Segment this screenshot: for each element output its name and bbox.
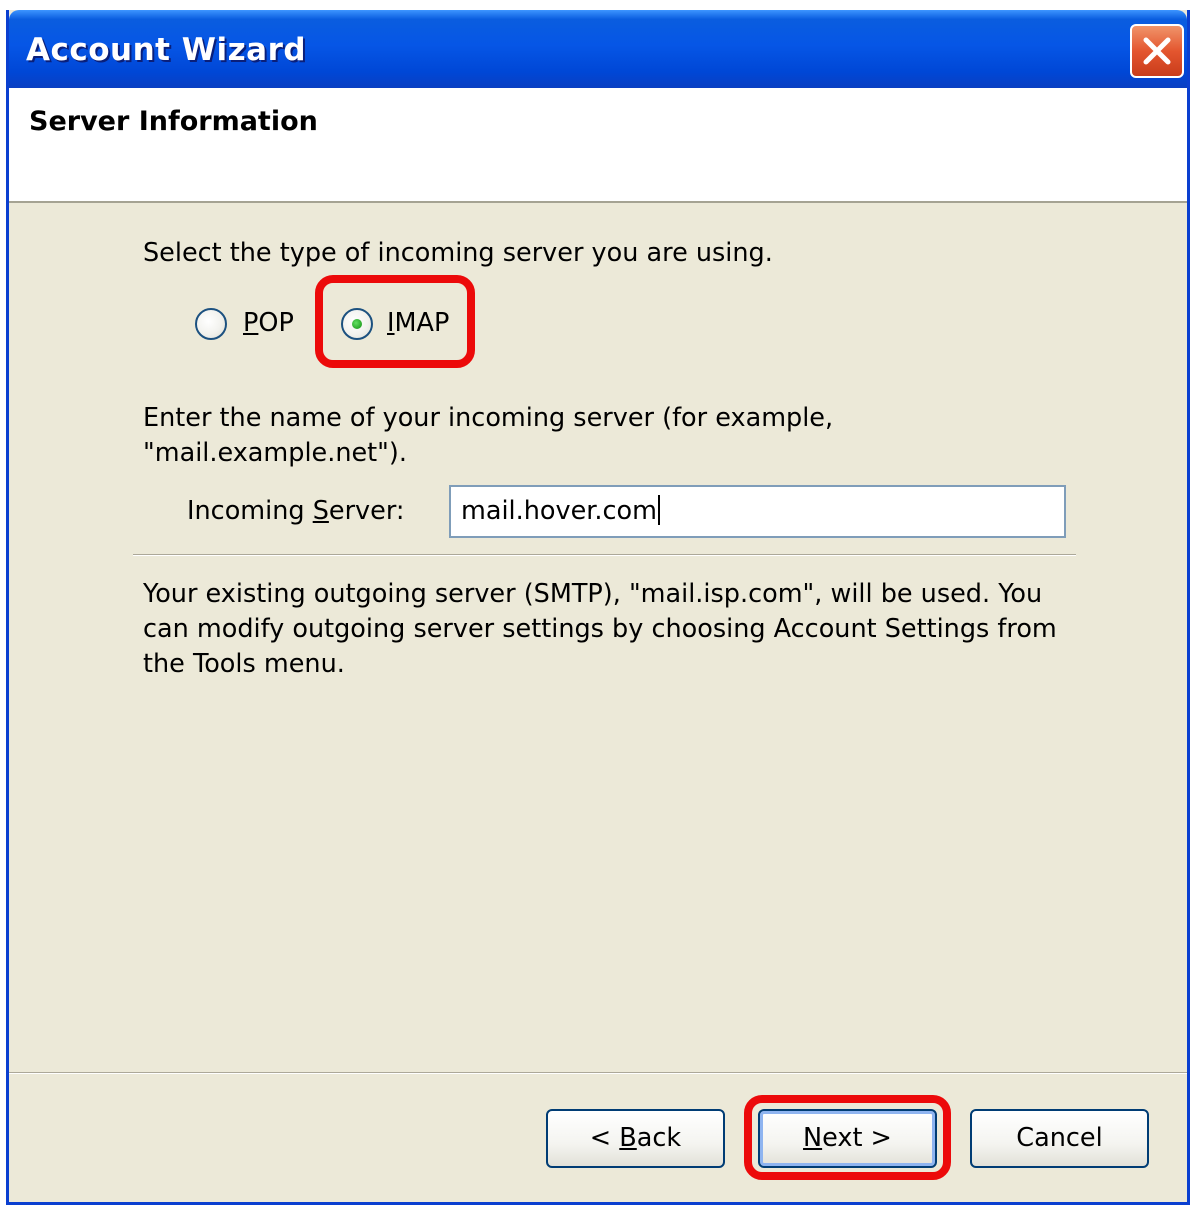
radio-selected-dot (352, 319, 362, 329)
next-button[interactable]: Next > (758, 1109, 937, 1168)
footer-divider (9, 1072, 1187, 1074)
incoming-server-label: Incoming Server: (187, 496, 405, 526)
account-wizard-window: Account Wizard Server Information Select… (6, 10, 1190, 1205)
back-button[interactable]: < Back (546, 1109, 725, 1168)
close-icon (1143, 37, 1171, 65)
close-button[interactable] (1130, 24, 1184, 78)
smtp-note-line3: the Tools menu. (143, 649, 345, 679)
incoming-server-value: mail.hover.com (461, 495, 660, 526)
divider (133, 554, 1076, 556)
page-title: Server Information (29, 106, 318, 137)
text-caret (658, 495, 660, 525)
incoming-instruction-line1: Enter the name of your incoming server (… (143, 403, 834, 433)
wizard-header: Server Information (9, 88, 1187, 203)
smtp-note-line2: can modify outgoing server settings by c… (143, 614, 1057, 644)
incoming-server-input[interactable]: mail.hover.com (449, 485, 1066, 538)
pop-radio[interactable] (195, 308, 227, 340)
window-title: Account Wizard (26, 32, 307, 68)
cancel-button[interactable]: Cancel (970, 1109, 1149, 1168)
title-bar[interactable]: Account Wizard (9, 10, 1187, 88)
server-type-prompt: Select the type of incoming server you a… (143, 238, 773, 268)
imap-radio[interactable] (341, 308, 373, 340)
smtp-note-line1: Your existing outgoing server (SMTP), "m… (143, 579, 1043, 609)
pop-label[interactable]: POP (243, 306, 294, 341)
imap-label[interactable]: IMAP (387, 306, 449, 341)
incoming-instruction-line2: "mail.example.net"). (143, 438, 407, 468)
